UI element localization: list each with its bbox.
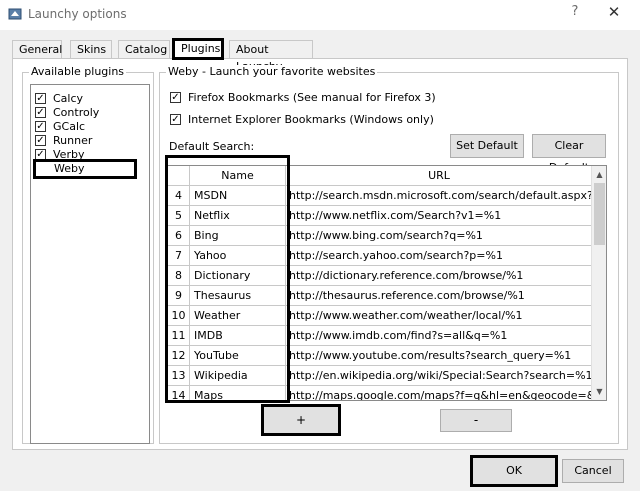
window-title: Launchy options [28,7,127,21]
site-name-cell[interactable]: Weather [190,306,286,326]
table-row[interactable]: 4 MSDN http://search.msdn.microsoft.com/… [168,186,598,206]
plugin-label-runner: Runner [53,134,93,147]
row-number: 14 [168,386,190,400]
site-name-cell[interactable]: Wikipedia [190,366,286,386]
ok-button[interactable]: OK [470,455,558,487]
header-corner [168,166,190,185]
checkbox-controly[interactable]: ✓ [35,107,46,118]
ie-bookmarks-label: Internet Explorer Bookmarks (Windows onl… [188,113,434,126]
row-number: 4 [168,186,190,206]
tab-plugins[interactable]: Plugins [172,38,224,60]
table-row[interactable]: 12 YouTube http://www.youtube.com/result… [168,346,598,366]
column-header-url[interactable]: URL [286,166,592,185]
row-number: 11 [168,326,190,346]
cancel-button[interactable]: Cancel [562,459,624,483]
plugin-label-weby: Weby [54,162,85,175]
scroll-down-arrow-icon[interactable]: ▼ [593,384,606,399]
plugin-label-gcalc: GCalc [53,120,86,133]
scroll-up-arrow-icon[interactable]: ▲ [593,167,606,182]
checkbox-calcy[interactable]: ✓ [35,93,46,104]
tab-skins[interactable]: Skins [70,40,112,58]
default-search-label: Default Search: [169,140,255,153]
title-bar: Launchy options ? ✕ [0,0,640,30]
checkbox-runner[interactable]: ✓ [35,135,46,146]
clear-default-button[interactable]: Clear Default [532,134,606,174]
row-number: 6 [168,226,190,246]
table-row[interactable]: 14 Maps http://maps.google.com/maps?f=q&… [168,386,598,400]
site-name-cell[interactable]: Maps [190,386,286,400]
table-header: Name URL [168,166,606,186]
site-name-cell[interactable]: Yahoo [190,246,286,266]
site-name-cell[interactable]: IMDB [190,326,286,346]
plugin-item-weby[interactable]: Weby [33,159,137,179]
tab-general[interactable]: General [12,40,62,58]
sites-table[interactable]: Name URL 4 MSDN http://search.msdn.micro… [167,165,607,401]
help-button[interactable]: ? [566,4,584,24]
site-url-cell[interactable]: http://www.imdb.com/find?s=all&q=%1 [286,326,592,346]
plugin-label-controly: Controly [53,106,100,119]
tab-catalog[interactable]: Catalog [118,40,170,58]
firefox-bookmarks-checkbox[interactable]: ✓ [170,92,181,103]
close-button[interactable]: ✕ [604,3,624,25]
scroll-thumb[interactable] [594,183,605,245]
site-name-cell[interactable]: MSDN [190,186,286,206]
row-number: 9 [168,286,190,306]
table-row[interactable]: 7 Yahoo http://search.yahoo.com/search?p… [168,246,598,266]
site-url-cell[interactable]: http://en.wikipedia.org/wiki/Special:Sea… [286,366,592,386]
checkbox-gcalc[interactable]: ✓ [35,121,46,132]
set-default-button[interactable]: Set Default [450,134,524,158]
firefox-bookmarks-label: Firefox Bookmarks (See manual for Firefo… [188,91,436,104]
row-number: 5 [168,206,190,226]
site-name-cell[interactable]: Netflix [190,206,286,226]
site-url-cell[interactable]: http://search.msdn.microsoft.com/search/… [286,186,592,206]
site-url-cell[interactable]: http://www.netflix.com/Search?v1=%1 [286,206,592,226]
table-row[interactable]: 6 Bing http://www.bing.com/search?q=%1 [168,226,598,246]
available-plugins-label: Available plugins [29,65,127,78]
table-row[interactable]: 8 Dictionary http://dictionary.reference… [168,266,598,286]
site-name-cell[interactable]: Thesaurus [190,286,286,306]
tab-about-launchy[interactable]: About Launchy [229,40,313,73]
row-number: 12 [168,346,190,366]
row-number: 10 [168,306,190,326]
row-number: 8 [168,266,190,286]
table-row[interactable]: 10 Weather http://www.weather.com/weathe… [168,306,598,326]
table-row[interactable]: 11 IMDB http://www.imdb.com/find?s=all&q… [168,326,598,346]
site-url-cell[interactable]: http://www.youtube.com/results?search_qu… [286,346,592,366]
site-url-cell[interactable]: http://search.yahoo.com/search?p=%1 [286,246,592,266]
remove-site-button[interactable]: - [440,409,512,432]
table-row[interactable]: 5 Netflix http://www.netflix.com/Search?… [168,206,598,226]
site-url-cell[interactable]: http://maps.google.com/maps?f=q&hl=en&ge… [286,386,592,400]
add-site-button[interactable]: + [261,404,341,436]
site-url-cell[interactable]: http://thesaurus.reference.com/browse/%1 [286,286,592,306]
site-name-cell[interactable]: Bing [190,226,286,246]
plugin-list: ✓ Calcy ✓ Controly ✓ GCalc ✓ Runner ✓ Ve… [30,84,150,444]
site-name-cell[interactable]: Dictionary [190,266,286,286]
column-header-name[interactable]: Name [190,166,286,185]
site-url-cell[interactable]: http://www.bing.com/search?q=%1 [286,226,592,246]
row-number: 13 [168,366,190,386]
site-url-cell[interactable]: http://dictionary.reference.com/browse/%… [286,266,592,286]
site-name-cell[interactable]: YouTube [190,346,286,366]
site-url-cell[interactable]: http://www.weather.com/weather/local/%1 [286,306,592,326]
weby-group-label: Weby - Launch your favorite websites [166,65,378,78]
row-number: 7 [168,246,190,266]
launchy-app-icon [8,8,22,20]
table-row[interactable]: 13 Wikipedia http://en.wikipedia.org/wik… [168,366,598,386]
table-vertical-scrollbar[interactable]: ▲ ▼ [591,166,606,400]
plugin-label-calcy: Calcy [53,92,84,105]
ie-bookmarks-checkbox[interactable]: ✓ [170,114,181,125]
table-row[interactable]: 9 Thesaurus http://thesaurus.reference.c… [168,286,598,306]
